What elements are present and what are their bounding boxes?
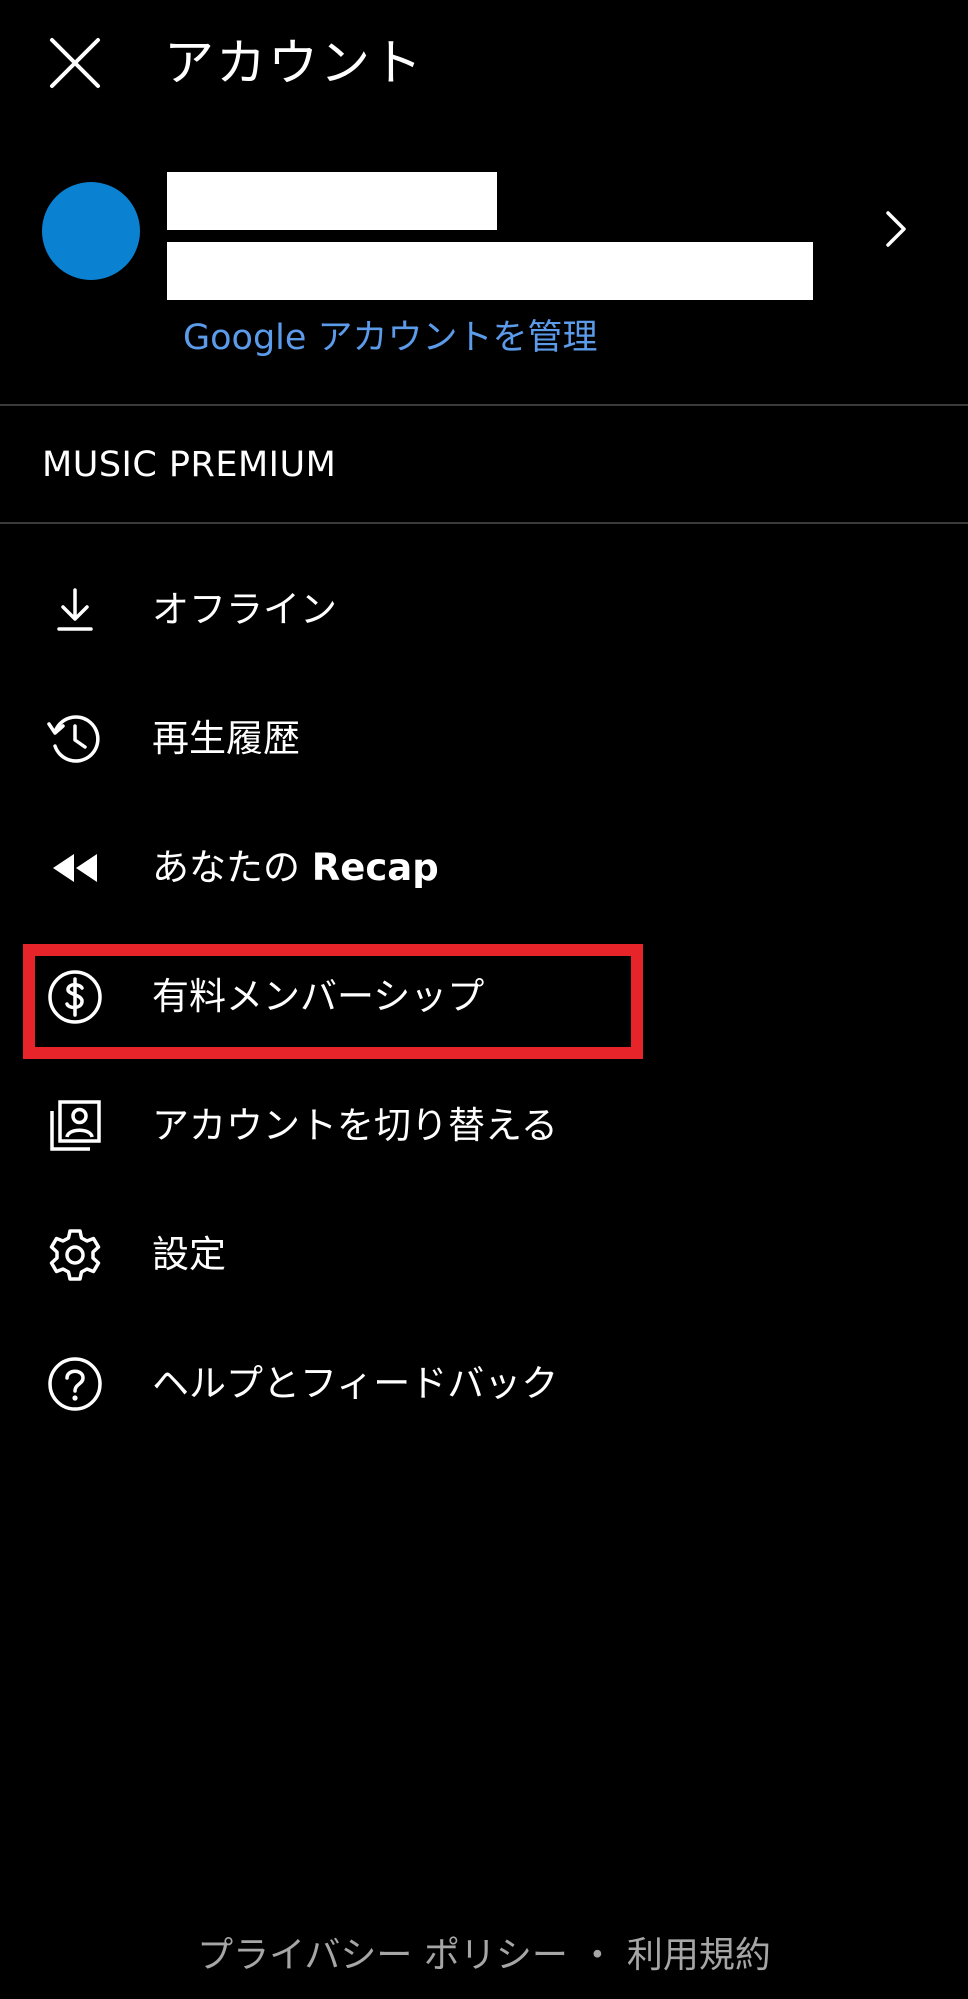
paid-membership-icon bbox=[44, 966, 106, 1028]
close-button[interactable] bbox=[42, 30, 108, 96]
footer-links: プライバシー ポリシー ・ 利用規約 bbox=[0, 1928, 968, 1984]
divider bbox=[0, 522, 968, 524]
page-title: アカウント bbox=[164, 34, 424, 92]
menu-item-help[interactable]: ヘルプとフィードバック bbox=[0, 1319, 968, 1448]
account-page: アカウント Google アカウントを管理 MUSIC PREMIUM オフライ… bbox=[0, 0, 968, 1999]
menu-item-label: 設定 bbox=[152, 1232, 226, 1276]
avatar[interactable] bbox=[42, 182, 140, 280]
account-card[interactable]: Google アカウントを管理 bbox=[0, 160, 968, 405]
menu-item-label: ヘルプとフィードバック bbox=[152, 1361, 559, 1405]
rewind-icon bbox=[44, 837, 106, 899]
switch-account-icon bbox=[44, 1095, 106, 1157]
account-details-button[interactable] bbox=[872, 204, 922, 254]
menu-item-offline[interactable]: オフライン bbox=[0, 545, 968, 674]
menu-item-paid-membership[interactable]: 有料メンバーシップ bbox=[0, 932, 968, 1061]
section-label-music-premium: MUSIC PREMIUM bbox=[42, 445, 337, 485]
menu-item-label: 再生履歴 bbox=[152, 716, 300, 760]
footer-separator: ・ bbox=[579, 1935, 616, 1976]
menu-item-label: あなたの Recap bbox=[152, 845, 439, 889]
menu-item-recap[interactable]: あなたの Recap bbox=[0, 803, 968, 932]
privacy-policy-link[interactable]: プライバシー ポリシー bbox=[197, 1935, 568, 1976]
terms-link[interactable]: 利用規約 bbox=[627, 1935, 771, 1976]
menu-item-label: 有料メンバーシップ bbox=[152, 974, 485, 1018]
account-menu: オフライン 再生履歴 あなたの Recap 有料メンバーシップ アカウントを切り… bbox=[0, 545, 968, 1448]
header: アカウント bbox=[0, 0, 968, 130]
redacted-account-email bbox=[167, 242, 813, 300]
menu-item-switch-account[interactable]: アカウントを切り替える bbox=[0, 1061, 968, 1190]
history-icon bbox=[44, 708, 106, 770]
menu-item-label: オフライン bbox=[152, 587, 337, 631]
divider bbox=[0, 404, 968, 406]
help-icon bbox=[44, 1353, 106, 1415]
download-icon bbox=[44, 579, 106, 641]
menu-item-label: アカウントを切り替える bbox=[152, 1103, 558, 1147]
chevron-right-icon bbox=[886, 211, 906, 247]
menu-item-settings[interactable]: 設定 bbox=[0, 1190, 968, 1319]
manage-google-account-link[interactable]: Google アカウントを管理 bbox=[183, 310, 598, 366]
close-icon bbox=[50, 38, 100, 88]
redacted-account-name bbox=[167, 172, 497, 230]
gear-icon bbox=[44, 1224, 106, 1286]
menu-item-history[interactable]: 再生履歴 bbox=[0, 674, 968, 803]
